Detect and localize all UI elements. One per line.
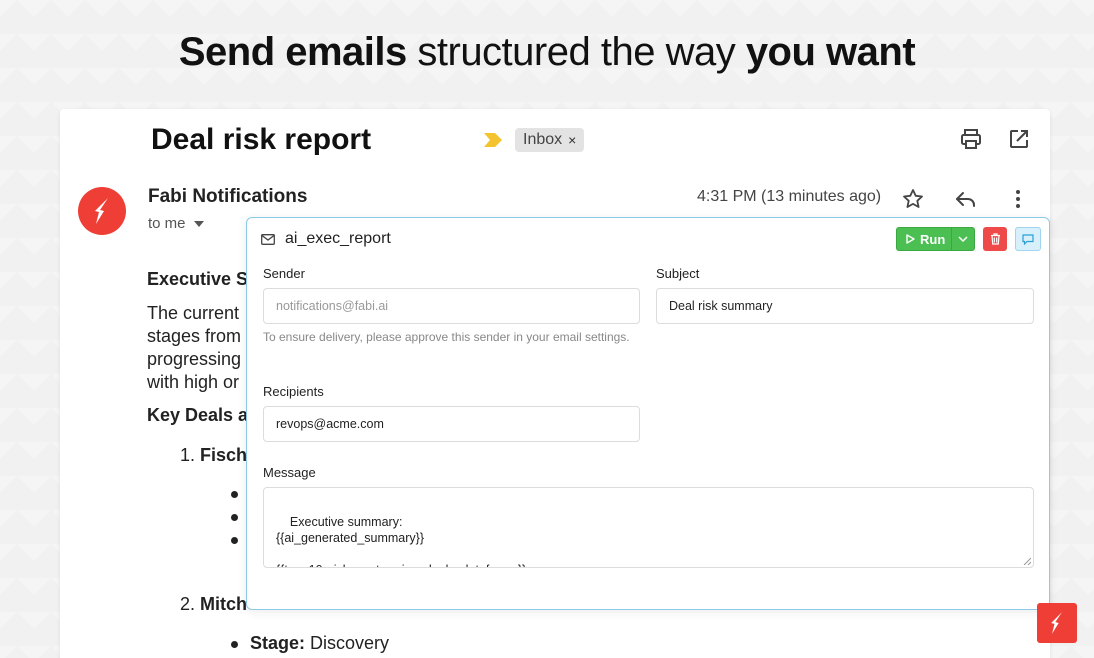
- bullet-marker: [231, 491, 238, 498]
- more-vert-icon[interactable]: [1006, 187, 1030, 211]
- body-heading-summary: Executive S: [147, 269, 249, 289]
- sender-input[interactable]: [263, 288, 640, 324]
- panel-header: ai_exec_report: [261, 230, 391, 248]
- bullet-marker: [231, 514, 238, 521]
- play-icon: [906, 234, 915, 244]
- run-options-dropdown[interactable]: [951, 228, 973, 250]
- open-in-new-icon[interactable]: [1007, 127, 1031, 151]
- deal-number: 1.: [180, 445, 196, 465]
- deal-stage-line: Stage: Discovery: [250, 633, 389, 654]
- deal-list-item: 1. Fisch: [180, 445, 247, 466]
- body-paragraph-line: stages from: [147, 326, 242, 346]
- remove-label-icon[interactable]: ×: [568, 132, 576, 148]
- email-subject: Deal risk report: [151, 123, 372, 156]
- body-paragraph-line: The current: [147, 303, 240, 323]
- deal-list-item: 2. Mitch: [180, 594, 247, 615]
- headline-part-2: structured the way: [406, 30, 746, 74]
- sender-hint: To ensure delivery, please approve this …: [263, 330, 630, 344]
- recipients-label: Recipients: [263, 384, 324, 399]
- inbox-label-chip: Inbox ×: [515, 128, 585, 152]
- bullet-marker: [231, 537, 238, 544]
- subject-label: Subject: [656, 266, 700, 281]
- message-text: Executive summary: {{ai_generated_summar…: [276, 515, 526, 567]
- panel-title: ai_exec_report: [285, 230, 391, 247]
- print-icon[interactable]: [959, 127, 983, 151]
- sender-avatar: [78, 187, 126, 235]
- trash-icon: [990, 233, 1000, 245]
- envelope-icon: [261, 233, 275, 245]
- recipient-details-toggle[interactable]: to me: [148, 215, 204, 232]
- run-button[interactable]: Run: [896, 227, 975, 251]
- message-textarea[interactable]: Executive summary: {{ai_generated_summar…: [263, 487, 1034, 568]
- importance-marker-icon[interactable]: [484, 133, 502, 147]
- recipient-line: to me: [148, 215, 186, 232]
- subject-input[interactable]: [656, 288, 1034, 324]
- headline-part-1: Send emails: [178, 30, 407, 74]
- fabi-brand-badge: [1037, 603, 1077, 643]
- inbox-label-text: Inbox: [523, 131, 563, 148]
- delete-button[interactable]: [983, 227, 1007, 251]
- stage-label: Stage:: [250, 633, 306, 653]
- resize-handle-icon[interactable]: [1023, 557, 1031, 565]
- run-button-label: Run: [920, 231, 946, 247]
- fabi-logo-icon: [1051, 612, 1062, 634]
- star-icon[interactable]: [901, 187, 925, 211]
- bullet-marker: [231, 641, 238, 648]
- chevron-down-icon: [193, 220, 204, 227]
- sender-label: Sender: [263, 266, 305, 281]
- email-timestamp: 4:31 PM (13 minutes ago): [697, 188, 882, 205]
- stage-value: Discovery: [305, 633, 390, 653]
- body-paragraph-line: with high or: [147, 372, 240, 392]
- deal-name: Fisch: [200, 445, 248, 465]
- comment-icon: [1022, 233, 1034, 245]
- headline-part-3: you want: [745, 30, 916, 74]
- page-headline: Send emails structured the way you want: [0, 30, 1094, 75]
- email-block-panel: ai_exec_report Run Sender To ensure deli…: [246, 217, 1050, 610]
- sender-name: Fabi Notifications: [148, 186, 308, 207]
- chevron-down-icon: [958, 236, 968, 242]
- body-paragraph-line: progressing: [147, 349, 242, 369]
- run-button-main[interactable]: Run: [897, 228, 951, 250]
- deal-number: 2.: [180, 594, 196, 614]
- fabi-logo-icon: [95, 198, 108, 224]
- body-heading-key-deals: Key Deals a: [147, 405, 249, 425]
- deal-name: Mitch: [200, 594, 248, 614]
- comment-button[interactable]: [1015, 227, 1041, 251]
- recipients-input[interactable]: [263, 406, 640, 442]
- reply-icon[interactable]: [954, 187, 978, 211]
- message-label: Message: [263, 465, 316, 480]
